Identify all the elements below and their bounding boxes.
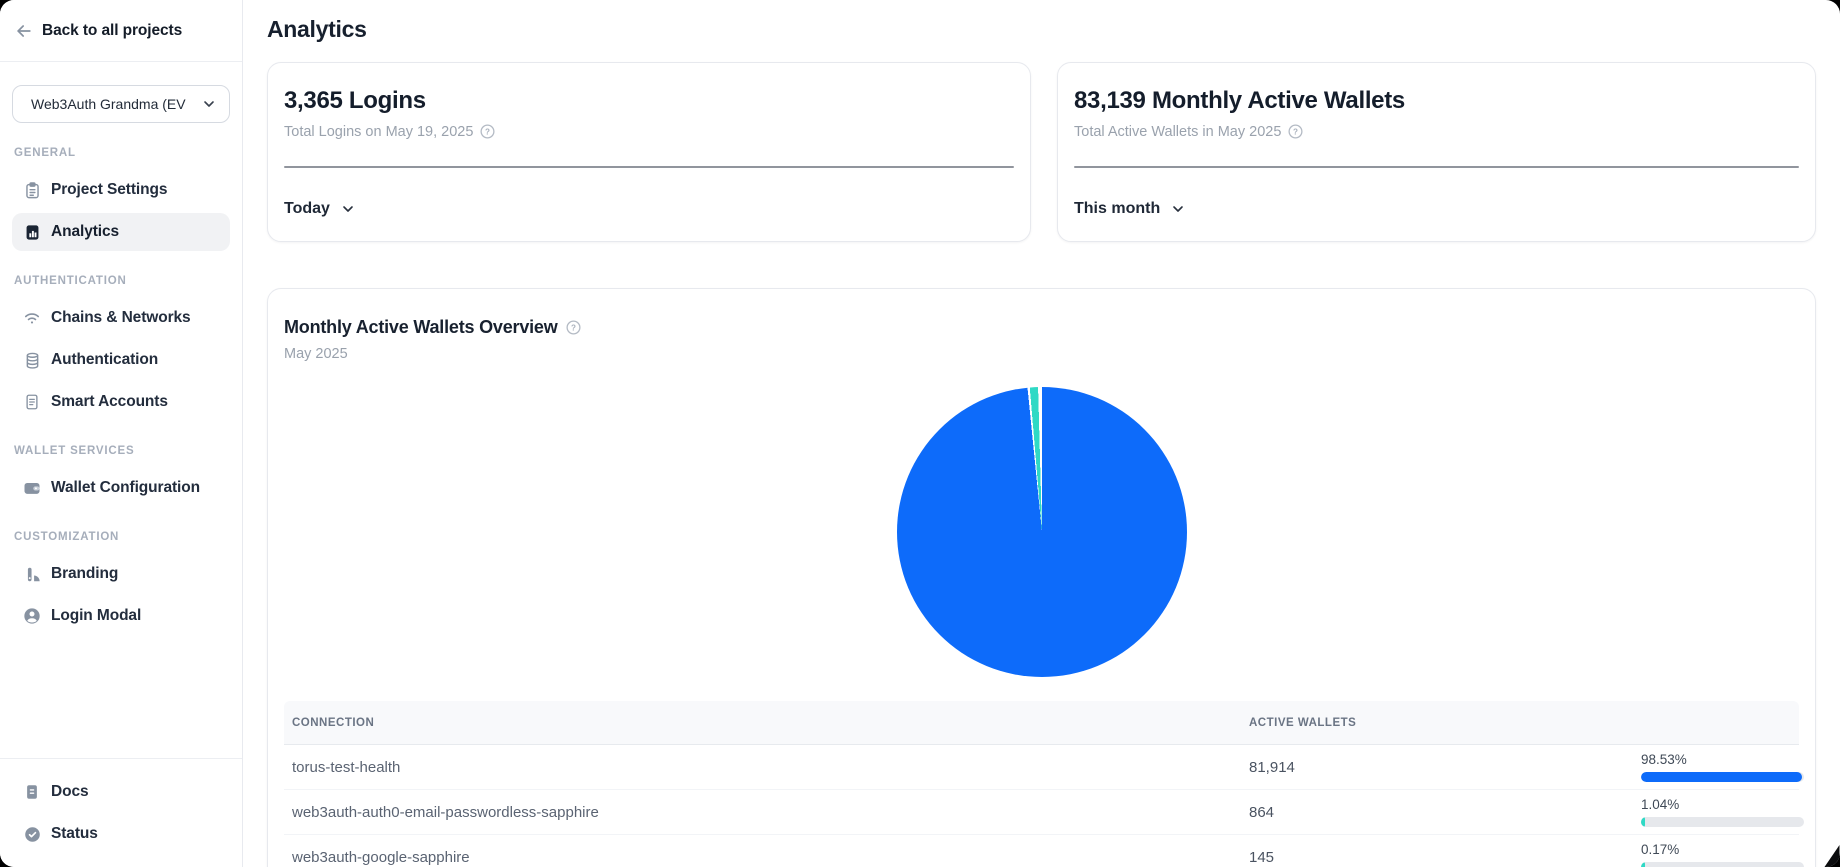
active-wallets-pie-chart[interactable]	[897, 387, 1187, 677]
active-wallets-range-dropdown[interactable]: This month	[1074, 200, 1186, 218]
project-selector-value: Web3Auth Grandma (EV	[31, 96, 195, 112]
logins-range-dropdown[interactable]: Today	[284, 200, 356, 218]
svg-text:?: ?	[1293, 127, 1298, 136]
monthly-active-wallets-card: Monthly Active Wallets Overview ? May 20…	[267, 288, 1816, 867]
chevron-down-icon	[340, 201, 356, 217]
connections-table: CONNECTION ACTIVE WALLETS torus-test-hea…	[284, 701, 1799, 867]
table-header-row: CONNECTION ACTIVE WALLETS	[284, 701, 1799, 745]
arrow-left-icon	[14, 21, 34, 41]
help-icon[interactable]: ?	[565, 319, 582, 336]
active-wallets-stat-card: 83,139 Monthly Active Wallets Total Acti…	[1057, 62, 1816, 242]
progress-bar-track	[1641, 772, 1804, 782]
table-row-torus-test-health: torus-test-health81,91498.53%	[284, 745, 1799, 790]
chart-title: Monthly Active Wallets Overview	[284, 317, 558, 338]
sidebar-item-status[interactable]: Status	[12, 815, 230, 853]
sidebar-item-label: Status	[51, 825, 98, 843]
column-header-active-wallets: ACTIVE WALLETS	[1249, 717, 1641, 729]
app-window: Back to all projects Web3Auth Grandma (E…	[0, 0, 1840, 867]
progress-bar-fill	[1641, 862, 1645, 867]
sidebar-item-label: Authentication	[51, 351, 158, 369]
sidebar-item-label: Project Settings	[51, 181, 167, 199]
project-selector-dropdown[interactable]: Web3Auth Grandma (EV	[12, 85, 230, 123]
sidebar-item-smart-accounts[interactable]: Smart Accounts	[12, 383, 230, 421]
sidebar-item-label: Smart Accounts	[51, 393, 168, 411]
table-row-web3auth-google-sapphire: web3auth-google-sapphire1450.17%	[284, 835, 1799, 867]
share-cell: 1.04%	[1641, 797, 1804, 827]
clipboard-icon	[22, 180, 42, 200]
sidebar-item-wallet-configuration[interactable]: Wallet Configuration	[12, 469, 230, 507]
file-icon	[22, 392, 42, 412]
share-cell: 98.53%	[1641, 752, 1804, 782]
chevron-down-icon	[1170, 201, 1186, 217]
progress-bar-fill	[1641, 817, 1645, 827]
logins-subtitle: Total Logins on May 19, 2025	[284, 124, 473, 140]
sidebar-item-authentication[interactable]: Authentication	[12, 341, 230, 379]
progress-bar-fill	[1641, 772, 1802, 782]
connection-name: web3auth-google-sapphire	[284, 849, 1249, 866]
column-header-connection: CONNECTION	[284, 717, 1249, 729]
sidebar-item-docs[interactable]: Docs	[12, 773, 230, 811]
chart-subtitle: May 2025	[284, 346, 1799, 362]
sidebar-item-label: Wallet Configuration	[51, 479, 200, 497]
sidebar-item-label: Chains & Networks	[51, 309, 191, 327]
sidebar-item-label: Login Modal	[51, 607, 141, 625]
status-icon	[22, 824, 42, 844]
back-to-projects-link[interactable]: Back to all projects	[0, 0, 242, 62]
docs-icon	[22, 782, 42, 802]
table-row-web3auth-auth0-email-passwordless-sapphire: web3auth-auth0-email-passwordless-sapphi…	[284, 790, 1799, 835]
sidebar-item-project-settings[interactable]: Project Settings	[12, 171, 230, 209]
sidebar: Back to all projects Web3Auth Grandma (E…	[0, 0, 243, 867]
logins-range-label: Today	[284, 200, 330, 218]
sidebar-item-label: Docs	[51, 783, 89, 801]
progress-bar-track	[1641, 817, 1804, 827]
active-wallets-headline: 83,139 Monthly Active Wallets	[1074, 87, 1799, 115]
sidebar-item-login-modal[interactable]: Login Modal	[12, 597, 230, 635]
sidebar-item-label: Analytics	[51, 223, 119, 241]
active-wallets-value: 145	[1249, 849, 1641, 866]
logins-headline: 3,365 Logins	[284, 87, 1014, 115]
chevron-down-icon	[201, 96, 217, 112]
sidebar-item-analytics[interactable]: Analytics	[12, 213, 230, 251]
section-label-customization: CUSTOMIZATION	[14, 531, 228, 543]
sidebar-item-branding[interactable]: Branding	[12, 555, 230, 593]
analytics-icon	[22, 222, 42, 242]
section-label-wallet-services: WALLET SERVICES	[14, 445, 228, 457]
svg-text:?: ?	[485, 127, 490, 136]
active-wallets-subtitle: Total Active Wallets in May 2025	[1074, 124, 1281, 140]
active-wallets-value: 81,914	[1249, 759, 1641, 776]
user-icon	[22, 606, 42, 626]
section-label-general: GENERAL	[14, 147, 228, 159]
sidebar-item-label: Branding	[51, 565, 118, 583]
card-divider	[284, 166, 1014, 168]
connection-name: web3auth-auth0-email-passwordless-sapphi…	[284, 804, 1249, 821]
page-title: Analytics	[267, 16, 1816, 43]
main-content: Analytics 3,365 Logins Total Logins on M…	[243, 0, 1840, 867]
database-icon	[22, 350, 42, 370]
branding-icon	[22, 564, 42, 584]
mouse-cursor	[1824, 845, 1840, 867]
active-wallets-range-label: This month	[1074, 200, 1160, 218]
share-percent-label: 0.17%	[1641, 842, 1804, 857]
wallet-icon	[22, 478, 42, 498]
share-percent-label: 98.53%	[1641, 752, 1804, 767]
logins-stat-card: 3,365 Logins Total Logins on May 19, 202…	[267, 62, 1031, 242]
card-divider	[1074, 166, 1799, 168]
section-label-authentication: AUTHENTICATION	[14, 275, 228, 287]
share-cell: 0.17%	[1641, 842, 1804, 867]
progress-bar-track	[1641, 862, 1804, 867]
back-link-label: Back to all projects	[42, 22, 182, 40]
sidebar-footer: Docs Status	[0, 758, 242, 867]
share-percent-label: 1.04%	[1641, 797, 1804, 812]
active-wallets-value: 864	[1249, 804, 1641, 821]
wifi-icon	[22, 308, 42, 328]
connection-name: torus-test-health	[284, 759, 1249, 776]
help-icon[interactable]: ?	[479, 123, 496, 140]
svg-text:?: ?	[571, 323, 576, 332]
help-icon[interactable]: ?	[1287, 123, 1304, 140]
sidebar-item-chains-networks[interactable]: Chains & Networks	[12, 299, 230, 337]
